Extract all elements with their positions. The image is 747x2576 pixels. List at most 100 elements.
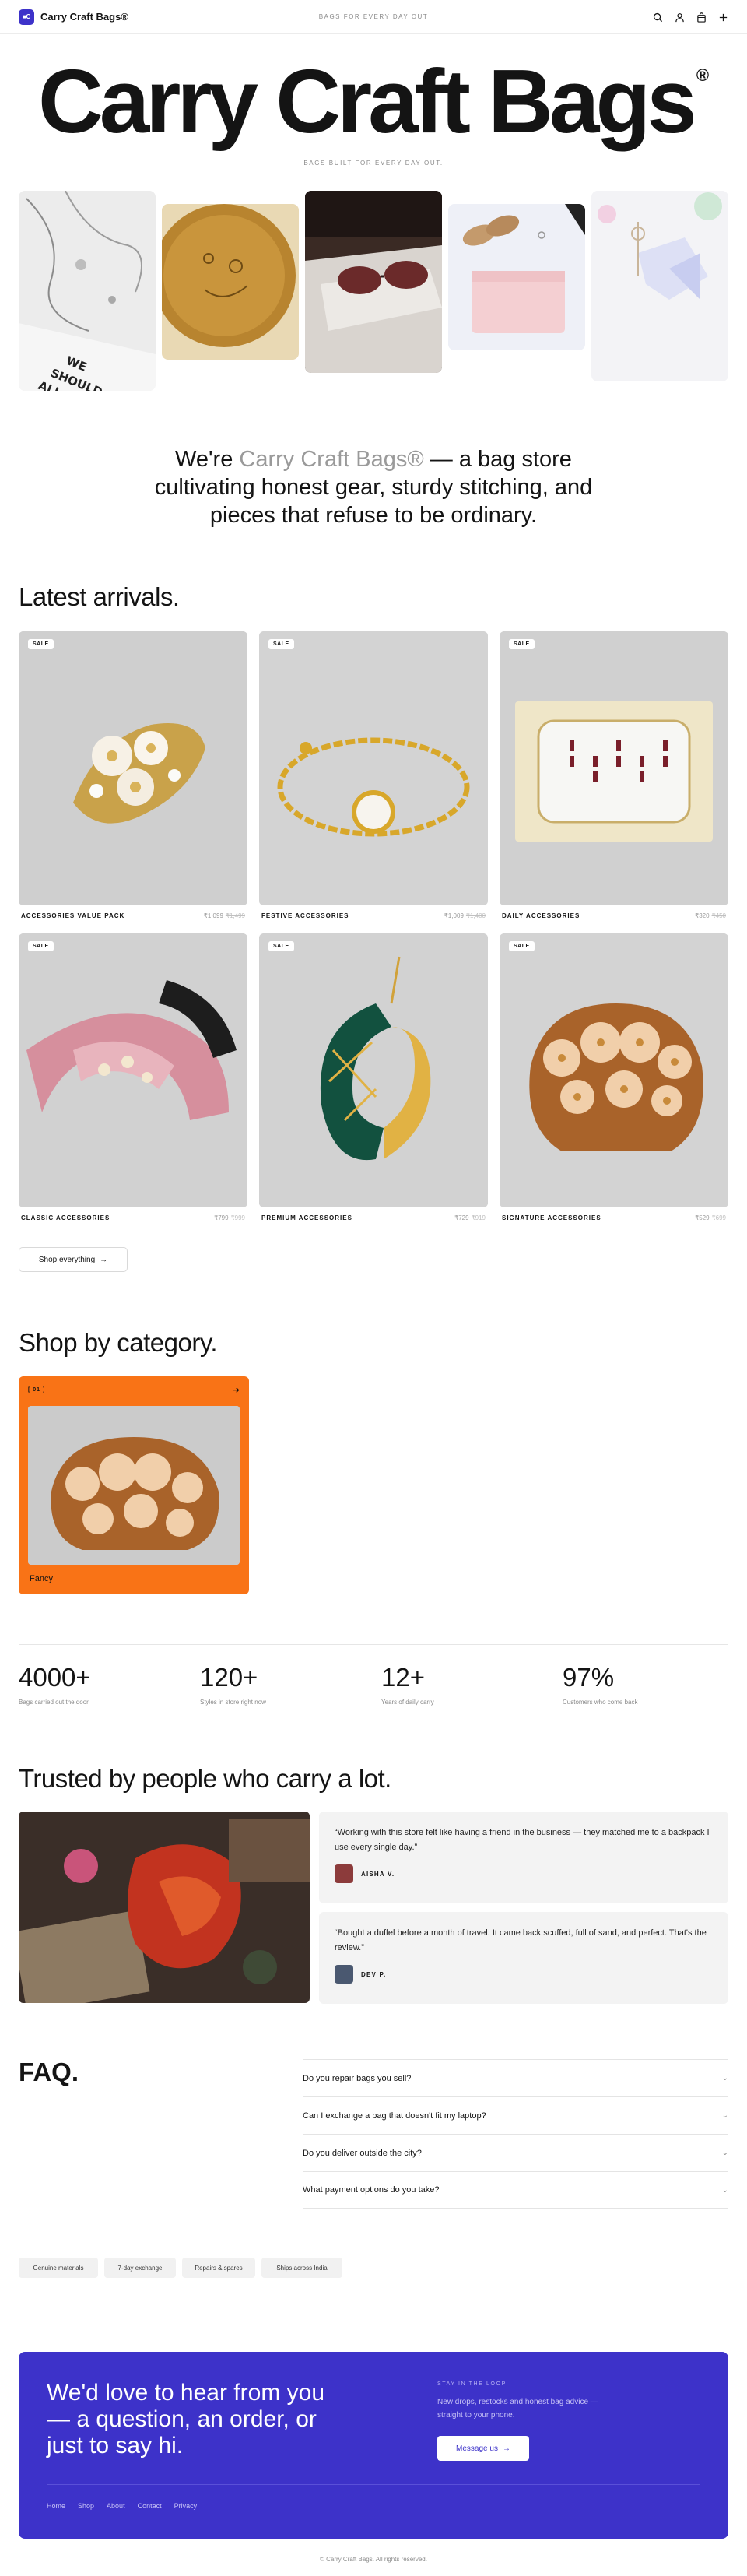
hero-tagline: BAGS BUILT FOR EVERY DAY OUT. [303, 160, 444, 167]
testimonial-author: DEV P. [361, 1970, 387, 1978]
gallery-image-sunglasses [305, 191, 442, 373]
footer-link-privacy[interactable]: Privacy [174, 2502, 198, 2510]
stat-item: 120+ Styles in store right now [200, 1663, 363, 1706]
faq-question: What payment options do you take? [303, 2185, 440, 2195]
category-index: [ 01 ] [28, 1387, 46, 1393]
product-card[interactable]: SALE SIGNATURE ACCESSORIES ₹529 ₹699 [500, 933, 728, 1221]
gallery-image-paper-bow [591, 191, 728, 381]
faq-item[interactable]: Can I exchange a bag that doesn't fit my… [303, 2096, 728, 2134]
plus-icon[interactable] [716, 10, 730, 24]
category-image [28, 1406, 240, 1565]
logo-mark[interactable]: ■C [19, 9, 34, 25]
stat-value: 97% [563, 1663, 615, 1692]
chevron-down-icon: ⌄ [721, 2111, 728, 2120]
cta-eyebrow: STAY IN THE LOOP [437, 2381, 507, 2387]
sale-badge: SALE [28, 941, 54, 951]
gallery-image-jewelry-shirt: WE SHOULD ALL BE [19, 191, 156, 391]
product-old-price: ₹450 [711, 912, 726, 919]
intro-brand-accent: Carry Craft Bags® [239, 447, 424, 472]
stat-item: 4000+ Bags carried out the door [19, 1663, 182, 1706]
faq-item[interactable]: What payment options do you take? ⌄ [303, 2171, 728, 2209]
testimonial-quote: “Bought a duffel before a month of trave… [335, 1928, 707, 1952]
faq-question: Can I exchange a bag that doesn't fit my… [303, 2110, 486, 2121]
latest-arrivals-title: Latest arrivals. [19, 582, 180, 611]
testimonial-card: “Bought a duffel before a month of trave… [319, 1912, 728, 2004]
footer-link-shop[interactable]: Shop [78, 2502, 94, 2510]
stat-item: 97% Customers who come back [563, 1663, 726, 1706]
top-nav: ■C Carry Craft Bags® [0, 0, 747, 34]
footer-links: Home Shop About Contact Privacy [47, 2502, 197, 2510]
divider [19, 1644, 728, 1645]
product-old-price: ₹1,499 [225, 912, 245, 919]
testimonial-quote: “Working with this store felt like havin… [335, 1828, 710, 1852]
product-old-price: ₹999 [230, 1214, 245, 1221]
product-category: CLASSIC ACCESSORIES [21, 1214, 110, 1221]
gallery-image-gold-tray [162, 204, 299, 360]
feature-chip: Genuine materials [19, 2258, 98, 2278]
avatar [335, 1864, 353, 1883]
footer-link-about[interactable]: About [107, 2502, 125, 2510]
faq-question: Do you repair bags you sell? [303, 2073, 412, 2083]
arrow-icon: ➔ [232, 1386, 240, 1395]
shop-everything-button[interactable]: Shop everything → [19, 1247, 128, 1272]
hero-title: Carry Craft Bags ® [37, 51, 710, 152]
category-card-fancy[interactable]: [ 01 ] ➔ Fancy [19, 1376, 249, 1594]
product-image[interactable]: SALE [19, 631, 247, 905]
arrow-right-icon: → [502, 2444, 510, 2453]
copyright: © Carry Craft Bags. All rights reserved. [320, 2556, 427, 2563]
product-price: ₹320 ₹450 [695, 912, 726, 919]
divider [47, 2484, 700, 2485]
gallery-image-pink-pouch [448, 204, 585, 350]
intro-statement: We're Carry Craft Bags® — a bag store cu… [154, 447, 593, 528]
stat-value: 120+ [200, 1663, 258, 1692]
product-card[interactable]: SALE PREMIUM ACCESSORIES ₹729 ₹919 [259, 933, 488, 1221]
brand-name[interactable]: Carry Craft Bags® [40, 11, 128, 23]
product-price: ₹729 ₹919 [454, 1214, 486, 1221]
sale-badge: SALE [509, 639, 535, 649]
product-category: PREMIUM ACCESSORIES [261, 1214, 352, 1221]
testimonials-title: Trusted by people who carry a lot. [19, 1764, 391, 1793]
product-card[interactable]: SALE CLASSIC ACCESSORIES ₹799 ₹999 [19, 933, 247, 1221]
faq-item[interactable]: Do you repair bags you sell? ⌄ [303, 2059, 728, 2096]
product-image[interactable]: SALE [19, 933, 247, 1207]
stat-label: Years of daily carry [381, 1699, 434, 1706]
stat-label: Customers who come back [563, 1699, 638, 1706]
product-image[interactable]: SALE [259, 933, 488, 1207]
product-category: DAILY ACCESSORIES [502, 912, 580, 919]
sale-badge: SALE [28, 639, 54, 649]
cta-heading: We'd love to hear from you — a question,… [47, 2380, 325, 2458]
message-us-button[interactable]: Message us → [437, 2436, 529, 2461]
product-price: ₹1,009 ₹1,400 [444, 912, 486, 919]
chevron-down-icon: ⌄ [721, 2149, 728, 2157]
stat-label: Styles in store right now [200, 1699, 266, 1706]
user-icon[interactable] [672, 10, 686, 24]
product-price: ₹1,099 ₹1,499 [203, 912, 245, 919]
bag-icon[interactable] [694, 10, 708, 24]
product-image[interactable]: SALE [259, 631, 488, 905]
chevron-down-icon: ⌄ [721, 2185, 728, 2195]
feature-chip: Ships across India [261, 2258, 342, 2278]
footer-link-contact[interactable]: Contact [138, 2502, 162, 2510]
avatar [335, 1965, 353, 1984]
product-old-price: ₹699 [711, 1214, 726, 1221]
faq-title: FAQ. [19, 2058, 79, 2086]
cta-description: New drops, restocks and honest bag advic… [437, 2398, 598, 2420]
footer-link-home[interactable]: Home [47, 2502, 65, 2510]
faq-item[interactable]: Do you deliver outside the city? ⌄ [303, 2134, 728, 2171]
product-card[interactable]: SALE FESTIVE ACCESSORIES ₹1,009 ₹1,400 [259, 631, 488, 919]
product-category: SIGNATURE ACCESSORIES [502, 1214, 601, 1221]
testimonial-card: “Working with this store felt like havin… [319, 1812, 728, 1903]
category-name: Fancy [30, 1574, 53, 1583]
stat-value: 12+ [381, 1663, 425, 1692]
product-card[interactable]: SALE ACCESSORIES VALUE PACK ₹1,099 ₹1,499 [19, 631, 247, 919]
stat-item: 12+ Years of daily carry [381, 1663, 545, 1706]
feature-chip: 7-day exchange [104, 2258, 176, 2278]
testimonial-author: AISHA V. [361, 1870, 395, 1878]
product-category: ACCESSORIES VALUE PACK [21, 912, 125, 919]
sale-badge: SALE [268, 941, 294, 951]
arrow-right-icon: → [100, 1255, 108, 1264]
product-card[interactable]: SALE DAILY ACCESSORIES ₹320 ₹450 [500, 631, 728, 919]
product-image[interactable]: SALE [500, 631, 728, 905]
product-image[interactable]: SALE [500, 933, 728, 1207]
search-icon[interactable] [651, 10, 665, 24]
